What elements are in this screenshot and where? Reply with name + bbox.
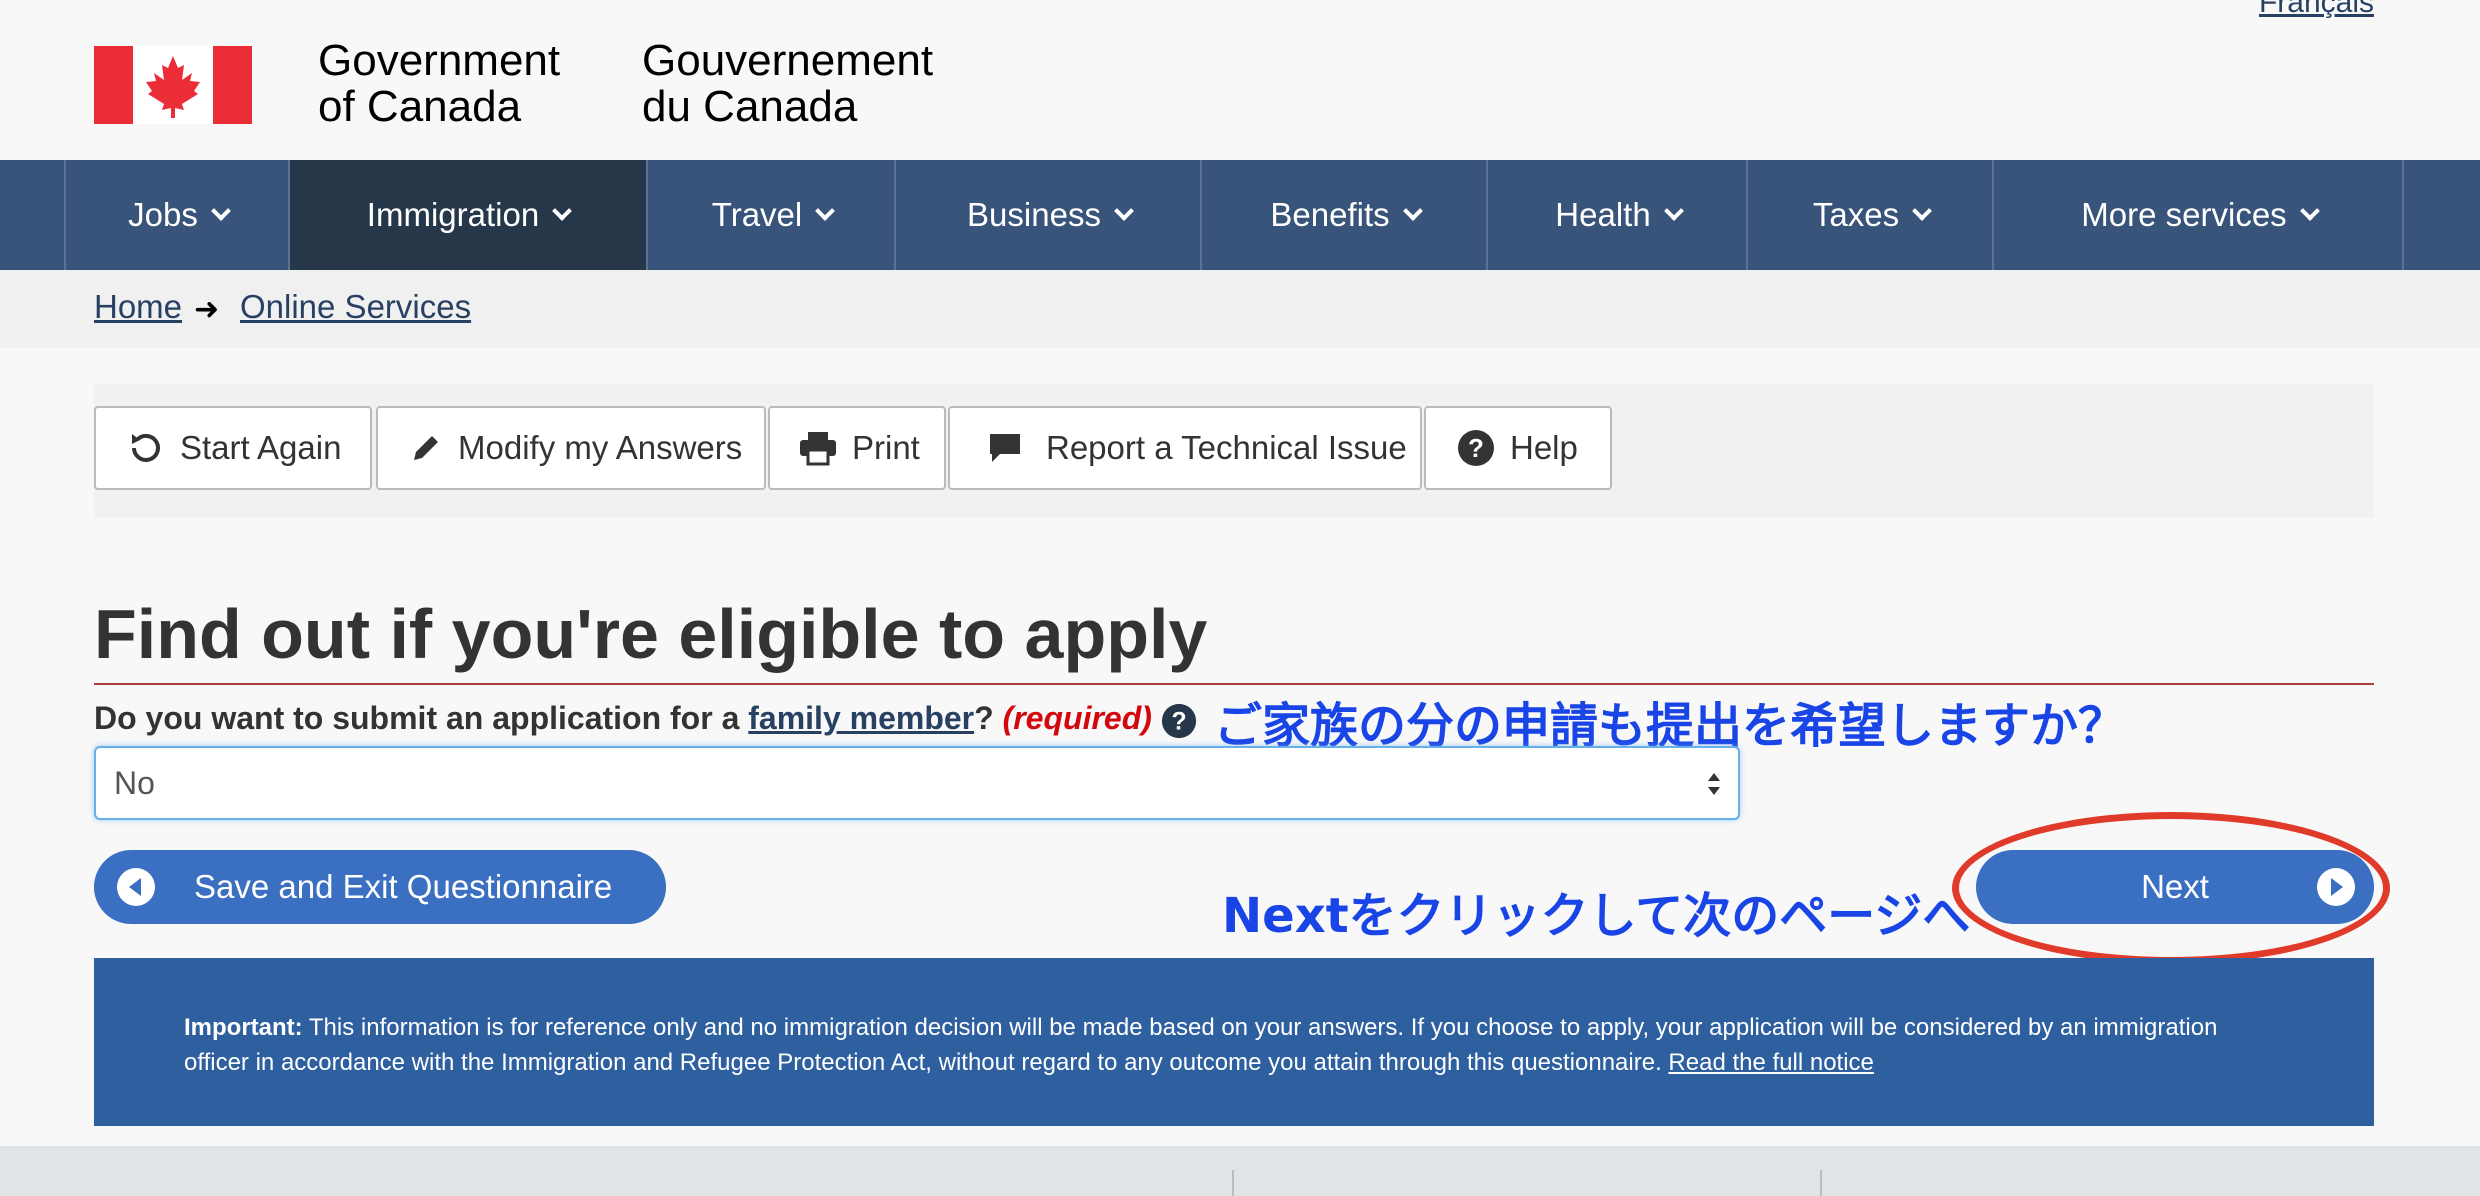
site-footer	[0, 1146, 2480, 1196]
chevron-down-icon	[1114, 201, 1134, 221]
print-button[interactable]: Print	[768, 406, 946, 490]
start-again-label: Start Again	[180, 429, 342, 466]
chevron-down-icon	[1663, 201, 1684, 221]
help-tooltip-icon[interactable]: ?	[1160, 702, 1198, 740]
save-and-exit-button[interactable]: Save and Exit Questionnaire	[94, 850, 666, 924]
question-circle-icon: ?	[1458, 430, 1494, 466]
footer-divider	[1820, 1170, 1822, 1196]
modify-answers-label: Modify my Answers	[458, 429, 743, 466]
main-menu: Jobs Immigration Travel Business Benefit…	[0, 160, 2480, 270]
menu-item-label: Travel	[711, 196, 803, 233]
question-text: Do you want to submit an application for…	[94, 700, 749, 736]
wordmark-en-line1: Government	[318, 36, 561, 85]
notice-text: This information is for reference only a…	[184, 1014, 2218, 1076]
chevron-down-icon	[552, 201, 573, 221]
wordmark-fr-line2: du Canada	[642, 82, 858, 131]
chevron-down-icon	[1912, 201, 1933, 221]
title-underline	[94, 683, 2374, 685]
refresh-icon	[132, 433, 160, 462]
help-button[interactable]: ? Help	[1424, 406, 1612, 490]
print-icon	[800, 432, 836, 466]
menu-item-jobs[interactable]: Jobs	[64, 160, 290, 270]
menu-item-label: Health	[1555, 196, 1651, 233]
breadcrumb-home-link[interactable]: Home	[94, 288, 182, 326]
menu-item-label: More services	[2081, 196, 2287, 233]
family-member-link[interactable]: family member	[748, 700, 974, 736]
menu-item-label: Benefits	[1270, 196, 1390, 233]
menu-item-immigration[interactable]: Immigration	[288, 160, 646, 270]
family-member-select[interactable]: No	[94, 746, 1740, 820]
question-mark: ?	[974, 700, 994, 736]
required-indicator: (required)	[1002, 700, 1152, 736]
government-of-canada-wordmark: Government of Canada	[318, 38, 560, 130]
breadcrumb-online-services-link[interactable]: Online Services	[240, 288, 471, 326]
menu-item-label: Business	[967, 196, 1101, 233]
arrow-left-circle-icon	[117, 868, 155, 906]
comment-icon	[990, 434, 1020, 462]
report-technical-issue-button[interactable]: Report a Technical Issue	[948, 406, 1422, 490]
language-toggle-link[interactable]: Français	[2259, 0, 2374, 20]
page-title: Find out if you're eligible to apply	[94, 595, 1208, 673]
modify-answers-button[interactable]: Modify my Answers	[376, 406, 766, 490]
menu-item-business[interactable]: Business	[894, 160, 1202, 270]
gouvernement-du-canada-wordmark: Gouvernement du Canada	[642, 38, 933, 130]
start-again-button[interactable]: Start Again	[94, 406, 372, 490]
menu-divider	[2402, 160, 2404, 270]
pencil-icon	[414, 436, 438, 460]
chevron-down-icon	[2299, 201, 2320, 221]
select-arrows-icon	[1708, 773, 1720, 795]
chevron-down-icon	[210, 201, 231, 221]
important-notice: Important: This information is for refer…	[94, 958, 2374, 1126]
svg-text:?: ?	[1468, 433, 1484, 463]
menu-item-label: Taxes	[1812, 196, 1900, 233]
chevron-down-icon	[815, 201, 836, 221]
site-header: Government of Canada Gouvernement du Can…	[0, 0, 2480, 160]
annotation-highlight-circle	[1952, 812, 2390, 964]
svg-text:?: ?	[1171, 709, 1186, 736]
footer-divider	[1232, 1170, 1234, 1196]
save-and-exit-label: Save and Exit Questionnaire	[194, 868, 613, 905]
help-label: Help	[1510, 429, 1578, 466]
menu-item-travel[interactable]: Travel	[646, 160, 896, 270]
chevron-down-icon	[1402, 201, 1423, 221]
wordmark-en-line2: of Canada	[318, 82, 522, 131]
read-full-notice-link[interactable]: Read the full notice	[1668, 1049, 1873, 1076]
menu-item-label: Jobs	[128, 196, 198, 233]
arrow-right-icon: ➜	[194, 293, 220, 326]
menu-item-label: Immigration	[366, 196, 540, 233]
report-issue-label: Report a Technical Issue	[1046, 429, 1407, 466]
question-label: Do you want to submit an application for…	[94, 700, 1152, 737]
notice-label: Important:	[184, 1014, 303, 1041]
menu-item-taxes[interactable]: Taxes	[1746, 160, 1994, 270]
canada-flag-icon	[94, 46, 252, 124]
wordmark-fr-line1: Gouvernement	[642, 36, 934, 85]
menu-item-health[interactable]: Health	[1486, 160, 1748, 270]
print-label: Print	[852, 429, 920, 466]
menu-item-benefits[interactable]: Benefits	[1200, 160, 1488, 270]
breadcrumb: Home ➜ Online Services	[0, 270, 2480, 348]
menu-item-more-services[interactable]: More services	[1992, 160, 2404, 270]
select-value: No	[114, 764, 155, 801]
annotation-next-jp: Nextをクリックして次のページへ	[1222, 888, 1971, 944]
